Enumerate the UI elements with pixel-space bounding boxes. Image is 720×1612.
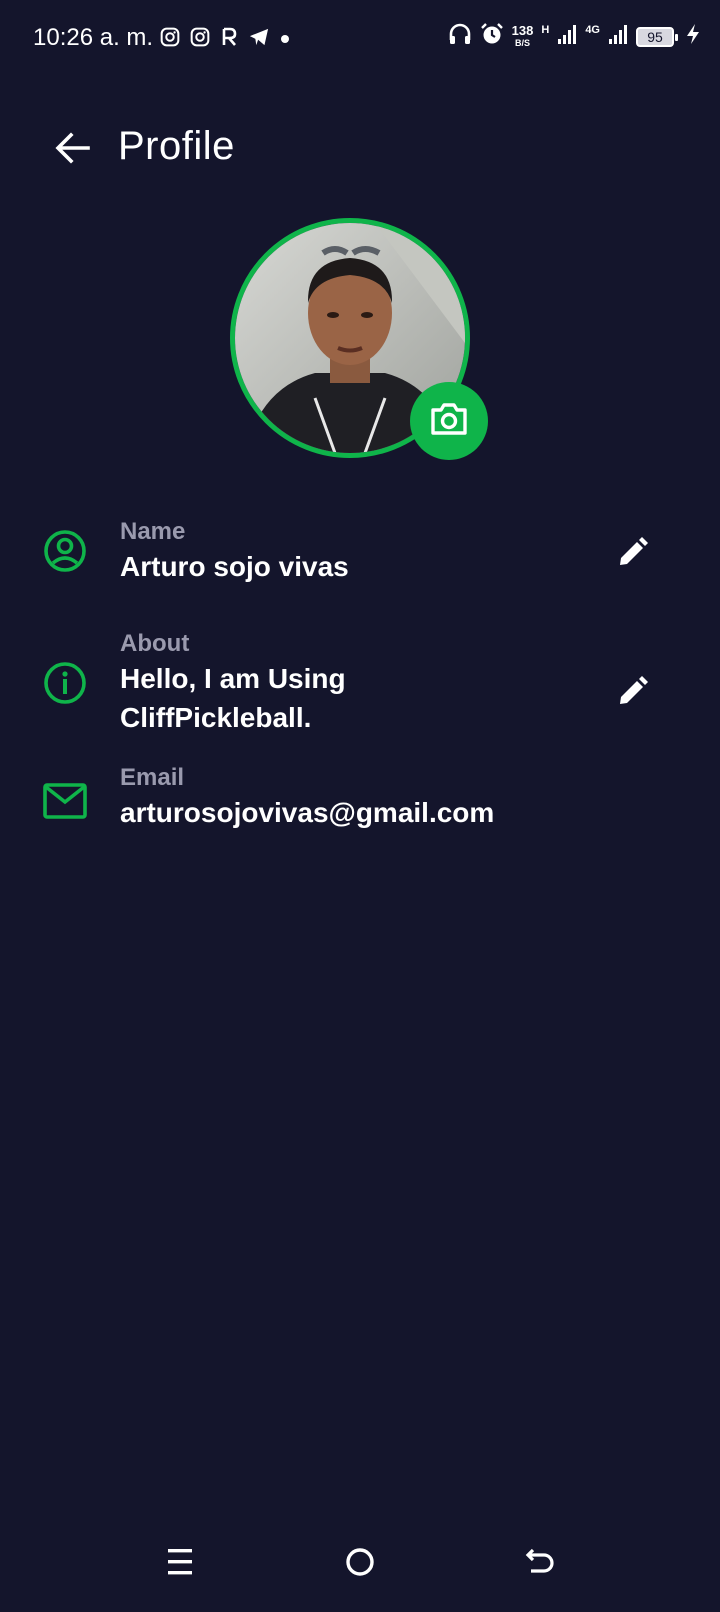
about-label: About: [120, 630, 190, 657]
name-row: Name Arturo sojo vivas: [0, 510, 720, 610]
name-value: Arturo sojo vivas: [120, 551, 349, 582]
email-value: arturosojovivas@gmail.com: [120, 797, 495, 828]
avatar-section: [230, 218, 488, 464]
change-photo-button[interactable]: [410, 382, 488, 460]
headphones-icon: [448, 22, 472, 51]
info-icon: [42, 660, 88, 706]
menu-icon: [166, 1547, 194, 1582]
home-icon: [345, 1547, 375, 1582]
battery-indicator: 95: [636, 26, 678, 47]
recents-button[interactable]: [160, 1544, 200, 1584]
instagram-icon: [190, 27, 210, 52]
back-button[interactable]: [52, 130, 92, 170]
net-speed: 138 B/S: [511, 22, 534, 49]
account-circle-icon: [42, 528, 88, 574]
dot-icon: [280, 31, 290, 49]
back-icon: [525, 1547, 555, 1582]
system-nav-bar: [0, 1530, 720, 1612]
page-title: Profile: [118, 124, 235, 168]
email-label: Email: [120, 764, 185, 791]
notification-icons: [160, 27, 290, 52]
net-speed-value: 138: [511, 22, 534, 38]
system-icons: 138 B/S H 4G 95: [448, 22, 700, 51]
status-bar: 10:26 a. m. 138 B/S H 4G 95: [0, 0, 720, 80]
telegram-icon: [248, 27, 270, 52]
edit-about-button[interactable]: [612, 674, 652, 714]
camera-icon: [429, 401, 469, 442]
about-value-line2: CliffPickleball.: [120, 702, 312, 733]
signal-icon: [608, 23, 628, 50]
profile-screen: 10:26 a. m. 138 B/S H 4G 95 Profile Name…: [0, 0, 720, 1612]
mail-icon: [42, 778, 88, 824]
name-label: Name: [120, 518, 186, 545]
instagram-icon: [160, 27, 180, 52]
net-speed-unit: B/S: [515, 37, 531, 48]
edit-name-button[interactable]: [612, 535, 652, 575]
home-button[interactable]: [340, 1544, 380, 1584]
network-type-4g: 4G: [585, 24, 600, 36]
arrow-left-icon: [54, 131, 90, 169]
signal-icon: [557, 23, 577, 50]
app-header: Profile: [0, 110, 720, 190]
pencil-icon: [616, 675, 648, 713]
pencil-icon: [616, 536, 648, 574]
status-time: 10:26 a. m.: [33, 24, 154, 51]
r-app-icon: [220, 27, 238, 52]
email-row: Email arturosojovivas@gmail.com: [0, 758, 720, 848]
battery-level: 95: [647, 28, 663, 45]
network-type-h: H: [541, 24, 550, 36]
about-value-line1: Hello, I am Using: [120, 663, 346, 694]
about-row: About Hello, I am Using CliffPickleball.: [0, 624, 720, 754]
system-back-button[interactable]: [520, 1544, 560, 1584]
alarm-icon: [480, 22, 504, 51]
charging-icon: [686, 23, 700, 50]
